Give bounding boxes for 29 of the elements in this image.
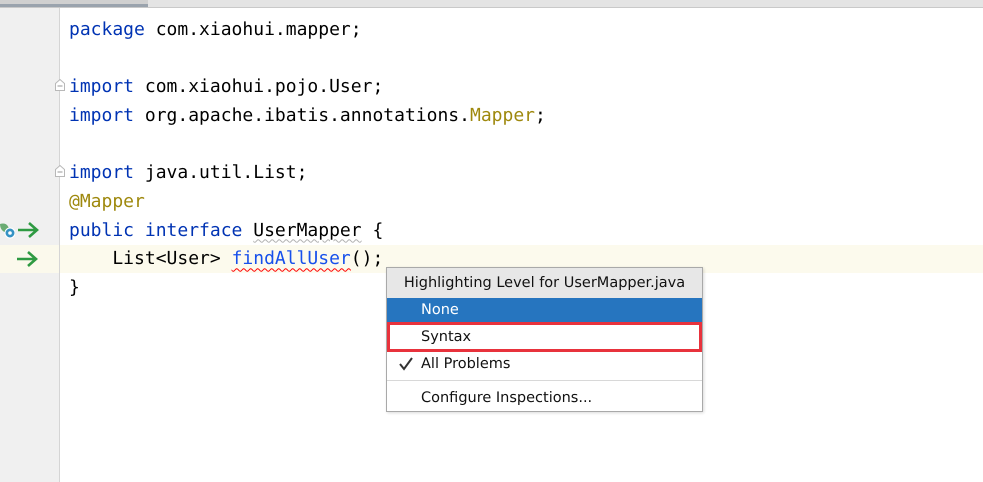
code-text: org.apache.ibatis.annotations.	[144, 104, 470, 126]
code-text: com.xiaohui.mapper;	[154, 18, 362, 40]
menu-item[interactable]: Configure Inspections...	[387, 385, 702, 411]
bean-icon[interactable]	[0, 221, 16, 240]
menu-item[interactable]: Syntax	[387, 322, 702, 352]
fold-icon[interactable]	[55, 79, 65, 92]
code-identifier: UserMapper	[253, 220, 362, 241]
code-keyword: import	[69, 104, 134, 126]
code-text: java.util.List;	[144, 162, 308, 184]
code-text: List<User>	[111, 248, 222, 270]
code-keyword: interface	[144, 220, 244, 241]
code-text: ;	[535, 104, 546, 126]
code-text: com.xiaohui.pojo.User;	[144, 76, 384, 98]
code-text: {	[371, 220, 384, 241]
code-text: }	[69, 277, 80, 298]
code-keyword: import	[69, 162, 134, 184]
menu-title: Highlighting Level for UserMapper.java	[387, 268, 702, 298]
code-annotation: Mapper	[470, 104, 536, 126]
fold-icon[interactable]	[55, 165, 65, 178]
code-annotation: @Mapper	[69, 190, 145, 212]
menu-item[interactable]: None	[387, 298, 702, 322]
code-text: ();	[350, 248, 384, 270]
code-keyword: import	[69, 76, 134, 98]
arrow-icon[interactable]	[16, 221, 39, 240]
menu-item[interactable]: All Problems	[387, 352, 702, 376]
code-keyword: public	[69, 220, 136, 241]
code-keyword: package	[69, 18, 145, 40]
arrow-icon[interactable]	[15, 250, 39, 268]
code-method: findAllUser	[232, 248, 351, 270]
